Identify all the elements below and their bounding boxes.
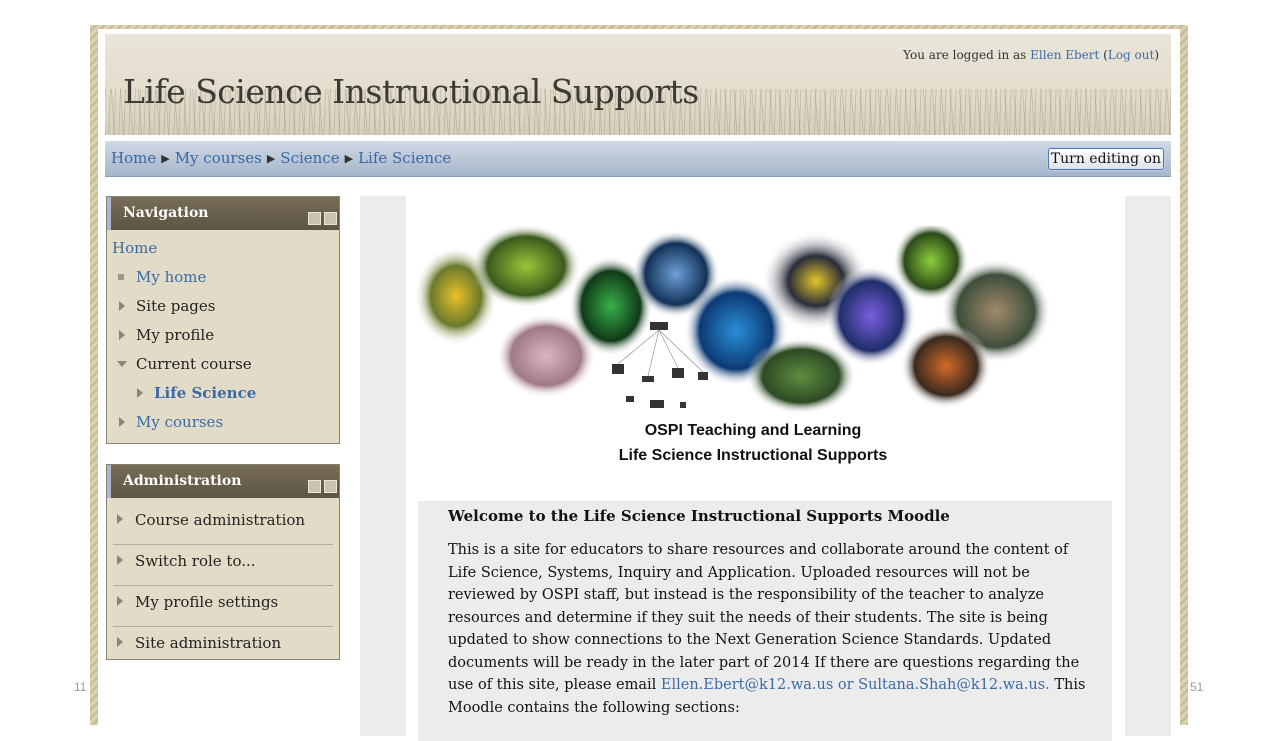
- welcome-body: This is a site for educators to share re…: [448, 542, 1080, 693]
- site-title: Life Science Instructional Supports: [123, 72, 699, 111]
- nav-item-label: My home: [136, 268, 207, 286]
- expand-arrow-icon: [117, 637, 123, 647]
- navigation-block-header: Navigation: [107, 197, 339, 230]
- site-header: Life Science Instructional Supports You …: [105, 34, 1171, 135]
- welcome-paragraph: This is a site for educators to share re…: [448, 539, 1088, 719]
- expand-arrow-icon: [117, 596, 123, 606]
- administration-block-title: Administration: [123, 473, 242, 489]
- navigation-block: Navigation Home My home Site pages My pr…: [106, 196, 340, 444]
- nav-item-home[interactable]: Home: [107, 238, 339, 267]
- main-region: OSPI Teaching and Learning Life Science …: [360, 196, 1171, 741]
- expand-arrow-icon: [137, 388, 143, 398]
- breadcrumb-separator-icon: ▶: [266, 152, 276, 165]
- moodle-page: Life Science Instructional Supports You …: [98, 29, 1180, 741]
- banner-caption-line2: Life Science Instructional Supports: [618, 447, 888, 464]
- page-frame: Life Science Instructional Supports You …: [90, 25, 1188, 741]
- expand-arrow-icon: [119, 330, 125, 340]
- block-controls: [305, 210, 337, 229]
- turn-editing-on-button[interactable]: Turn editing on: [1047, 148, 1164, 170]
- admin-item-label: My profile settings: [135, 593, 279, 611]
- hide-block-icon[interactable]: [308, 480, 321, 493]
- login-info: You are logged in as Ellen Ebert (Log ou…: [903, 48, 1159, 62]
- block-controls: [305, 478, 337, 497]
- nav-item-label: Site pages: [136, 297, 216, 315]
- expand-arrow-icon: [117, 555, 123, 565]
- administration-tree: Course administration Switch role to... …: [107, 498, 339, 667]
- admin-item-site-administration[interactable]: Site administration: [107, 627, 339, 667]
- admin-item-label: Course administration: [135, 511, 306, 529]
- nav-item-label: My courses: [136, 413, 224, 431]
- expand-arrow-icon: [119, 301, 125, 311]
- admin-item-course-administration[interactable]: Course administration: [113, 504, 333, 545]
- nav-item-my-home[interactable]: My home: [107, 267, 339, 296]
- login-prefix: You are logged in as: [903, 48, 1027, 62]
- dock-block-icon[interactable]: [324, 212, 337, 225]
- breadcrumb-science[interactable]: Science: [280, 149, 339, 167]
- banner-caption-line1: OSPI Teaching and Learning: [644, 422, 862, 439]
- nav-item-label: Current course: [136, 355, 252, 373]
- slide-number-right: 51: [1190, 680, 1204, 694]
- slide-number-left: 11: [74, 680, 87, 694]
- expand-arrow-icon: [119, 417, 125, 427]
- expand-arrow-icon: [117, 514, 123, 524]
- nav-item-my-profile[interactable]: My profile: [107, 325, 339, 354]
- navigation-tree: Home My home Site pages My profile Curre…: [107, 230, 339, 441]
- bullet-icon: [118, 274, 124, 280]
- collapse-arrow-icon: [117, 361, 127, 367]
- breadcrumb: Home ▶ My courses ▶ Science ▶ Life Science: [111, 149, 451, 167]
- breadcrumb-separator-icon: ▶: [161, 152, 170, 165]
- nav-item-site-pages[interactable]: Site pages: [107, 296, 339, 325]
- administration-block: Administration Course administration Swi…: [106, 464, 340, 660]
- nav-item-my-courses[interactable]: My courses: [107, 412, 339, 441]
- email-links[interactable]: Ellen.Ebert@k12.wa.us or Sultana.Shah@k1…: [661, 677, 1050, 693]
- administration-block-header: Administration: [107, 465, 339, 498]
- breadcrumb-bar: Home ▶ My courses ▶ Science ▶ Life Science Tur…: [105, 141, 1171, 177]
- breadcrumb-home[interactable]: Home: [111, 149, 156, 167]
- logout-link[interactable]: Log out: [1108, 48, 1154, 62]
- admin-item-switch-role[interactable]: Switch role to...: [113, 545, 333, 586]
- nav-item-label: My profile: [136, 326, 215, 344]
- nav-item-label: Home: [112, 239, 158, 257]
- banner-caption: OSPI Teaching and Learning Life Science …: [406, 418, 1100, 468]
- science-collage-image: [416, 226, 1051, 414]
- breadcrumb-separator-icon: ▶: [344, 152, 354, 165]
- admin-item-label: Switch role to...: [135, 552, 256, 570]
- nav-item-current-course[interactable]: Current course: [107, 354, 339, 383]
- welcome-section: Welcome to the Life Science Instructiona…: [418, 501, 1112, 741]
- user-name-link[interactable]: Ellen Ebert: [1030, 48, 1099, 62]
- welcome-title: Welcome to the Life Science Instructiona…: [448, 507, 950, 525]
- navigation-block-title: Navigation: [123, 205, 209, 221]
- course-content: OSPI Teaching and Learning Life Science …: [406, 196, 1125, 741]
- breadcrumb-life-science[interactable]: Life Science: [358, 149, 451, 167]
- breadcrumb-my-courses[interactable]: My courses: [175, 149, 262, 167]
- nav-item-label: Life Science: [154, 384, 257, 402]
- admin-item-my-profile-settings[interactable]: My profile settings: [113, 586, 333, 627]
- nav-item-life-science[interactable]: Life Science: [107, 383, 339, 412]
- hide-block-icon[interactable]: [308, 212, 321, 225]
- admin-item-label: Site administration: [135, 634, 282, 652]
- dock-block-icon[interactable]: [324, 480, 337, 493]
